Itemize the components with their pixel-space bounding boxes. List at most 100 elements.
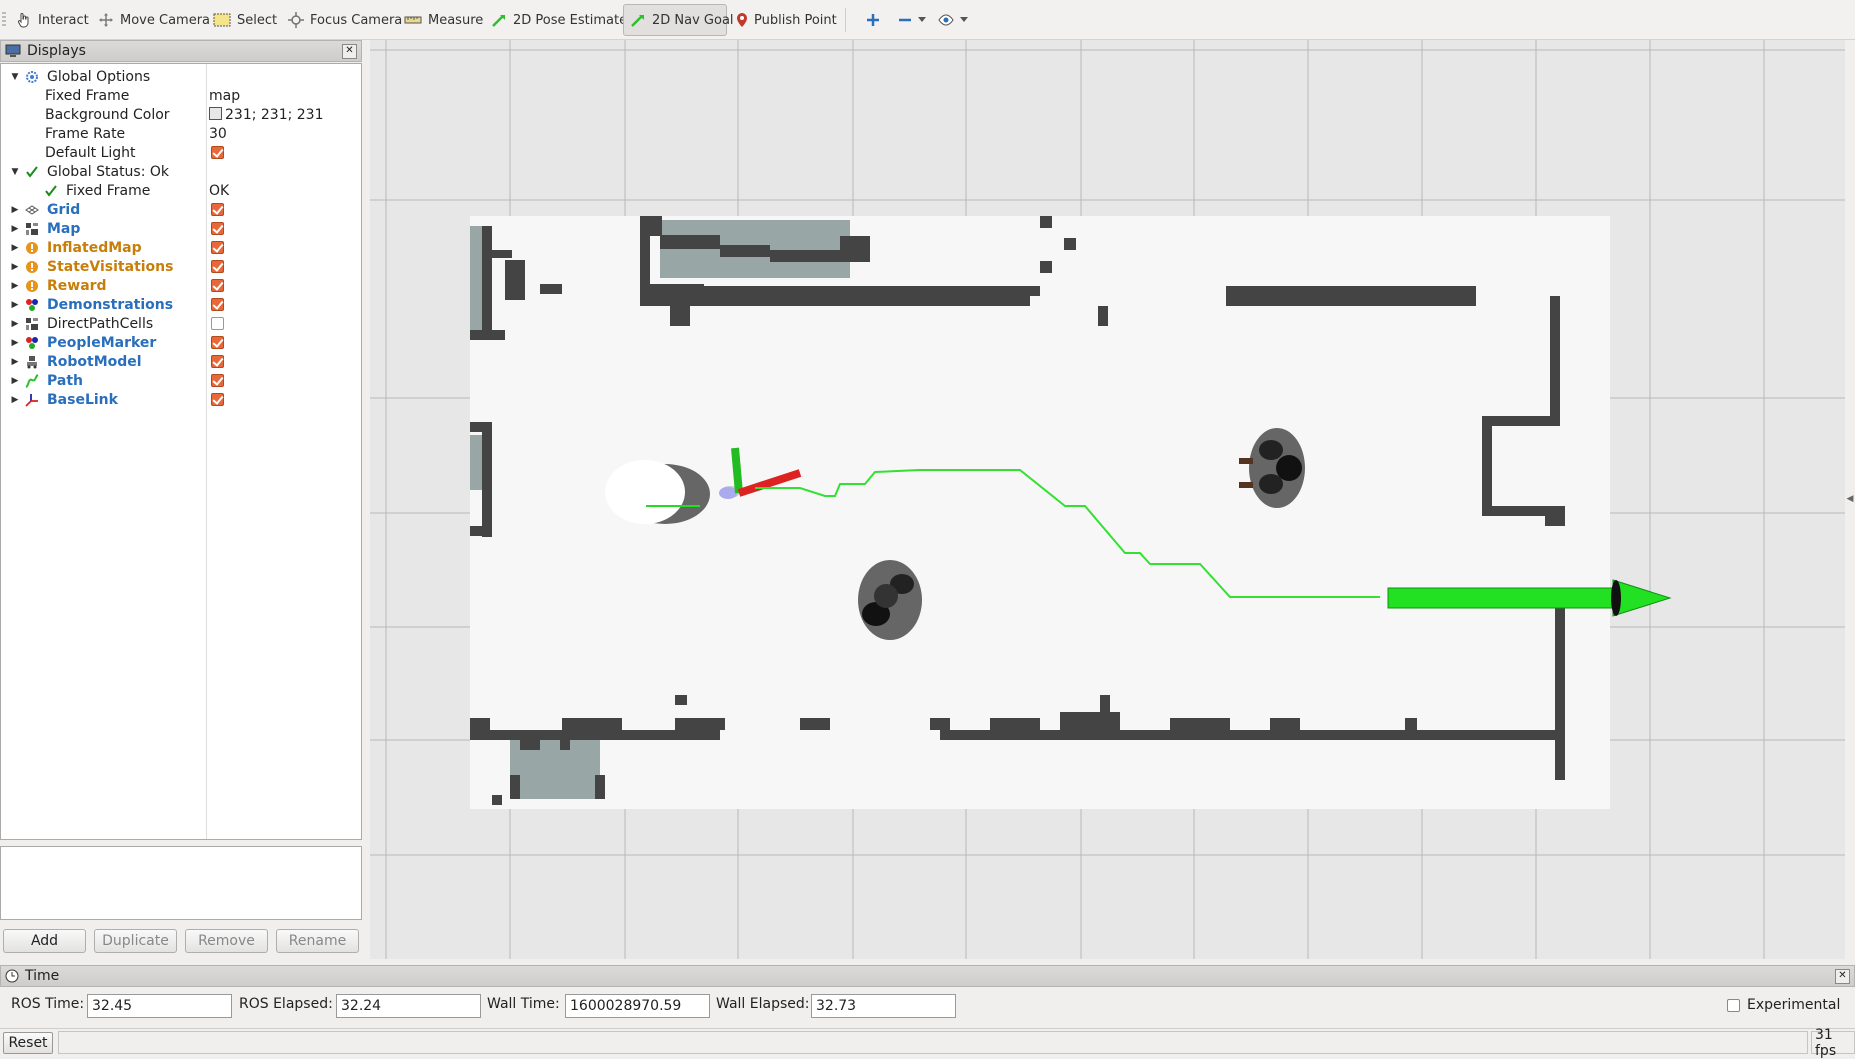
remove-display-button[interactable]: Remove (185, 929, 268, 953)
status-message-area (58, 1031, 1808, 1054)
view-options-dropdown[interactable] (932, 4, 974, 36)
markers-icon (24, 297, 40, 313)
frame-rate-value[interactable]: 30 (209, 126, 227, 142)
expand-arrow-icon[interactable]: ▶ (10, 262, 20, 272)
nav-goal-arrow-icon (631, 15, 644, 27)
2d-nav-goal-tool-button[interactable]: 2D Nav Goal (623, 4, 734, 36)
expand-arrow-icon[interactable]: ▶ (10, 376, 20, 386)
tree-row-statevisitations[interactable]: ▶ StateVisitations (1, 257, 361, 276)
remove-tool-dropdown[interactable] (892, 4, 932, 36)
expand-arrow-icon[interactable]: ▶ (10, 319, 20, 329)
baselink-label: BaseLink (47, 391, 118, 408)
move-camera-label: Move Camera (120, 12, 211, 28)
warning-icon (24, 240, 40, 256)
interact-tool-button[interactable]: Interact (10, 4, 95, 36)
displays-panel: Displays ✕ ▼ Global Options Fixed Frame … (0, 40, 362, 965)
warning-icon (24, 259, 40, 275)
plus-icon (867, 14, 879, 26)
reward-checkbox[interactable] (211, 279, 224, 292)
publish-point-tool-button[interactable]: Publish Point (730, 4, 843, 36)
ros-elapsed-field[interactable]: 32.24 (336, 994, 481, 1018)
time-title-bar[interactable]: Time ✕ (0, 965, 1855, 987)
statevisitations-label: StateVisitations (47, 258, 174, 275)
tree-row-default-light[interactable]: Default Light (1, 143, 361, 162)
ros-time-label: ROS Time: (11, 996, 85, 1012)
inflatedmap-label: InflatedMap (47, 239, 142, 256)
expand-arrow-icon[interactable]: ▶ (10, 224, 20, 234)
tree-row-demonstrations[interactable]: ▶ Demonstrations (1, 295, 361, 314)
inflatedmap-checkbox[interactable] (211, 241, 224, 254)
rename-display-button[interactable]: Rename (276, 929, 359, 953)
peoplemarker-checkbox[interactable] (211, 336, 224, 349)
focus-camera-tool-button[interactable]: Focus Camera (282, 4, 408, 36)
tree-row-map[interactable]: ▶ Map (1, 219, 361, 238)
add-tool-button[interactable] (860, 4, 886, 36)
expand-arrow-icon[interactable]: ▶ (10, 281, 20, 291)
background-color-value[interactable]: 231; 231; 231 (209, 106, 324, 123)
wall-elapsed-field[interactable]: 32.73 (811, 994, 956, 1018)
baselink-checkbox[interactable] (211, 393, 224, 406)
close-icon[interactable]: ✕ (1835, 969, 1850, 984)
collapse-right-handle[interactable]: ◀ (1846, 494, 1854, 504)
expand-arrow-icon[interactable]: ▼ (10, 72, 20, 82)
move-arrows-icon (99, 13, 113, 27)
expand-arrow-icon[interactable]: ▶ (10, 300, 20, 310)
toolbar-grip[interactable] (2, 12, 6, 28)
expand-arrow-icon[interactable]: ▶ (10, 357, 20, 367)
publish-point-label: Publish Point (754, 12, 837, 28)
tree-row-robotmodel[interactable]: ▶ RobotModel (1, 352, 361, 371)
tree-row-baselink[interactable]: ▶ BaseLink (1, 390, 361, 409)
reset-button[interactable]: Reset (3, 1032, 53, 1054)
axes-icon (24, 392, 40, 408)
map-label: Map (47, 220, 81, 237)
tree-row-inflatedmap[interactable]: ▶ InflatedMap (1, 238, 361, 257)
displays-title-bar[interactable]: Displays ✕ (0, 40, 362, 62)
duplicate-display-button[interactable]: Duplicate (94, 929, 177, 953)
experimental-label: Experimental (1747, 997, 1841, 1013)
expand-arrow-icon[interactable]: ▶ (10, 205, 20, 215)
move-camera-tool-button[interactable]: Move Camera (92, 4, 216, 36)
tree-row-path[interactable]: ▶ Path (1, 371, 361, 390)
color-swatch (209, 106, 222, 120)
measure-tool-button[interactable]: Measure (398, 4, 489, 36)
expand-arrow-icon[interactable]: ▼ (10, 167, 20, 177)
tree-row-status-fixed-frame[interactable]: Fixed Frame OK (1, 181, 361, 200)
statevisitations-checkbox[interactable] (211, 260, 224, 273)
path-checkbox[interactable] (211, 374, 224, 387)
checkmark-icon (43, 183, 59, 199)
2d-nav-goal-label: 2D Nav Goal (652, 12, 734, 28)
measure-label: Measure (428, 12, 484, 28)
chevron-down-icon (918, 17, 926, 22)
tree-row-frame-rate[interactable]: Frame Rate 30 (1, 124, 361, 143)
checkmark-icon (24, 164, 40, 180)
tree-row-global-status[interactable]: ▼ Global Status: Ok (1, 162, 361, 181)
ros-time-field[interactable]: 32.45 (87, 994, 232, 1018)
tree-row-reward[interactable]: ▶ Reward (1, 276, 361, 295)
tree-row-grid[interactable]: ▶ Grid (1, 200, 361, 219)
grid-checkbox[interactable] (211, 203, 224, 216)
directpathcells-checkbox[interactable] (211, 317, 224, 330)
map-checkbox[interactable] (211, 222, 224, 235)
expand-arrow-icon[interactable]: ▶ (10, 395, 20, 405)
default-light-checkbox[interactable] (211, 146, 224, 159)
expand-arrow-icon[interactable]: ▶ (10, 243, 20, 253)
monitor-icon (5, 44, 21, 57)
tree-row-global-options[interactable]: ▼ Global Options (1, 67, 361, 86)
demonstrations-checkbox[interactable] (211, 298, 224, 311)
tree-row-peoplemarker[interactable]: ▶ PeopleMarker (1, 333, 361, 352)
2d-pose-estimate-tool-button[interactable]: 2D Pose Estimate (485, 4, 633, 36)
tree-row-background-color[interactable]: Background Color 231; 231; 231 (1, 105, 361, 124)
close-icon[interactable]: ✕ (342, 44, 357, 59)
expand-arrow-icon[interactable]: ▶ (10, 338, 20, 348)
robotmodel-checkbox[interactable] (211, 355, 224, 368)
add-display-button[interactable]: Add (3, 929, 86, 953)
tree-row-fixed-frame[interactable]: Fixed Frame map (1, 86, 361, 105)
experimental-checkbox[interactable] (1727, 999, 1740, 1012)
fixed-frame-value[interactable]: map (209, 88, 240, 104)
select-tool-button[interactable]: Select (207, 4, 283, 36)
map-icon (24, 316, 40, 332)
render-viewport[interactable] (370, 40, 1845, 959)
wall-time-field[interactable]: 1600028970.59 (565, 994, 710, 1018)
tree-row-directpathcells[interactable]: ▶ DirectPathCells (1, 314, 361, 333)
displays-title: Displays (27, 43, 86, 59)
